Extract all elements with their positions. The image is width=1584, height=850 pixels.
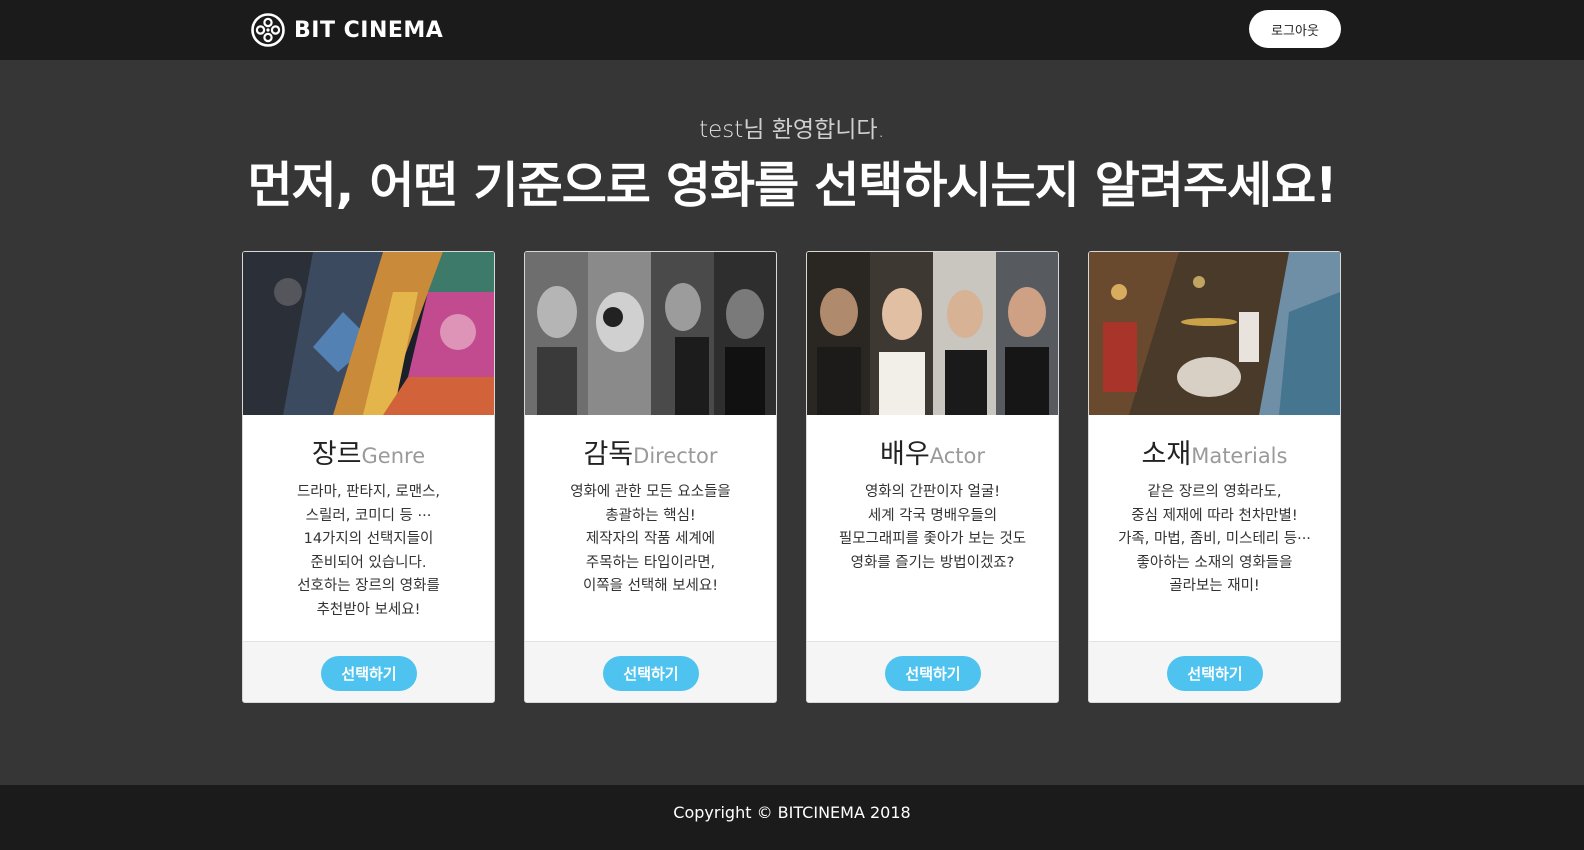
description-line: 주목하는 타입이라면, — [585, 554, 716, 571]
page-footer: Copyright © BITCINEMA 2018 — [0, 785, 1584, 850]
description-line: 골라보는 재미! — [1169, 578, 1260, 595]
card-actor: 배우Actor 영화의 간판이자 얼굴! 세계 각국 명배우들의 필모그래피를 … — [806, 251, 1059, 703]
card-materials: 소재Materials 같은 장르의 영화라도, 중심 제재에 따라 천차만별!… — [1088, 251, 1341, 703]
card-footer: 선택하기 — [1089, 641, 1340, 702]
card-footer: 선택하기 — [525, 641, 776, 702]
card-footer: 선택하기 — [243, 641, 494, 702]
description-line: 영화에 관한 모든 요소들을 — [570, 484, 731, 500]
actor-collage-image — [807, 252, 1058, 415]
description-line: 세계 각국 명배우들의 — [867, 507, 998, 524]
description-line: 선호하는 장르의 영화를 — [297, 578, 440, 595]
description-line: 스릴러, 코미디 등 ··· — [305, 507, 432, 524]
select-genre-button[interactable]: 선택하기 — [321, 656, 417, 691]
logout-button[interactable]: 로그아웃 — [1249, 10, 1341, 48]
description-line: 이쪽을 선택해 보세요! — [582, 578, 719, 595]
card-genre-title: 장르Genre — [243, 432, 494, 471]
film-reel-icon — [251, 13, 285, 47]
description-line: 총괄하는 핵심! — [605, 507, 696, 524]
description-line: 드라마, 판타지, 로맨스, — [296, 484, 441, 500]
card-actor-title: 배우Actor — [807, 432, 1058, 471]
welcome-suffix: 님 환영합니다. — [743, 117, 885, 143]
description-line: 추천받아 보세요! — [316, 601, 421, 618]
card-genre: 장르Genre 드라마, 판타지, 로맨스, 스릴러, 코미디 등 ··· 14… — [242, 251, 495, 703]
card-materials-title: 소재Materials — [1089, 432, 1340, 471]
description-line: 가족, 마법, 좀비, 미스테리 등··· — [1118, 531, 1311, 548]
welcome-message: test님 환영합니다. — [0, 110, 1584, 144]
brand-logo-link[interactable]: BIT CINEMA — [250, 12, 443, 48]
card-director-title: 감독Director — [525, 432, 776, 471]
materials-collage-image — [1089, 252, 1340, 415]
card-title-ko: 배우 — [880, 439, 930, 470]
select-materials-button[interactable]: 선택하기 — [1167, 656, 1263, 691]
description-line: 제작자의 작품 세계에 — [585, 531, 716, 548]
navbar: BIT CINEMA 로그아웃 — [0, 0, 1584, 60]
card-title-ko: 장르 — [311, 439, 362, 470]
copyright-text: Copyright © BITCINEMA 2018 — [673, 803, 911, 822]
description-line: 필모그래피를 좇아가 보는 것도 — [838, 531, 1027, 548]
brand-name: BIT CINEMA — [294, 17, 444, 43]
card-title-en: Actor — [929, 444, 985, 468]
card-title-ko: 감독 — [583, 439, 634, 470]
genre-collage-image — [243, 252, 494, 415]
description-line: 14가지의 선택지들이 — [303, 531, 434, 548]
description-line: 영화의 간판이자 얼굴! — [864, 484, 1001, 500]
description-line: 영화를 즐기는 방법이겠죠? — [850, 554, 1015, 571]
select-actor-button[interactable]: 선택하기 — [885, 656, 981, 691]
welcome-username: test — [699, 117, 744, 143]
card-title-en: Director — [633, 444, 718, 468]
card-genre-description: 드라마, 판타지, 로맨스, 스릴러, 코미디 등 ··· 14가지의 선택지들… — [243, 481, 494, 623]
page-title: 먼저, 어떤 기준으로 영화를 선택하시는지 알려주세요! — [247, 157, 1337, 214]
card-actor-description: 영화의 간판이자 얼굴! 세계 각국 명배우들의 필모그래피를 좇아가 보는 것… — [807, 481, 1058, 575]
card-title-ko: 소재 — [1141, 439, 1192, 470]
description-line: 중심 제재에 따라 천차만별! — [1131, 507, 1298, 524]
director-collage-image — [525, 252, 776, 415]
card-materials-description: 같은 장르의 영화라도, 중심 제재에 따라 천차만별! 가족, 마법, 좀비,… — [1089, 481, 1340, 599]
description-line: 준비되어 있습니다. — [310, 554, 427, 571]
select-director-button[interactable]: 선택하기 — [603, 656, 699, 691]
card-title-en: Materials — [1191, 444, 1288, 468]
description-line: 같은 장르의 영화라도, — [1147, 484, 1282, 500]
card-director-description: 영화에 관한 모든 요소들을 총괄하는 핵심! 제작자의 작품 세계에 주목하는… — [525, 481, 776, 599]
card-title-en: Genre — [361, 444, 426, 468]
description-line: 좋아하는 소재의 영화들을 — [1136, 554, 1293, 571]
card-footer: 선택하기 — [807, 641, 1058, 702]
card-director: 감독Director 영화에 관한 모든 요소들을 총괄하는 핵심! 제작자의 … — [524, 251, 777, 703]
